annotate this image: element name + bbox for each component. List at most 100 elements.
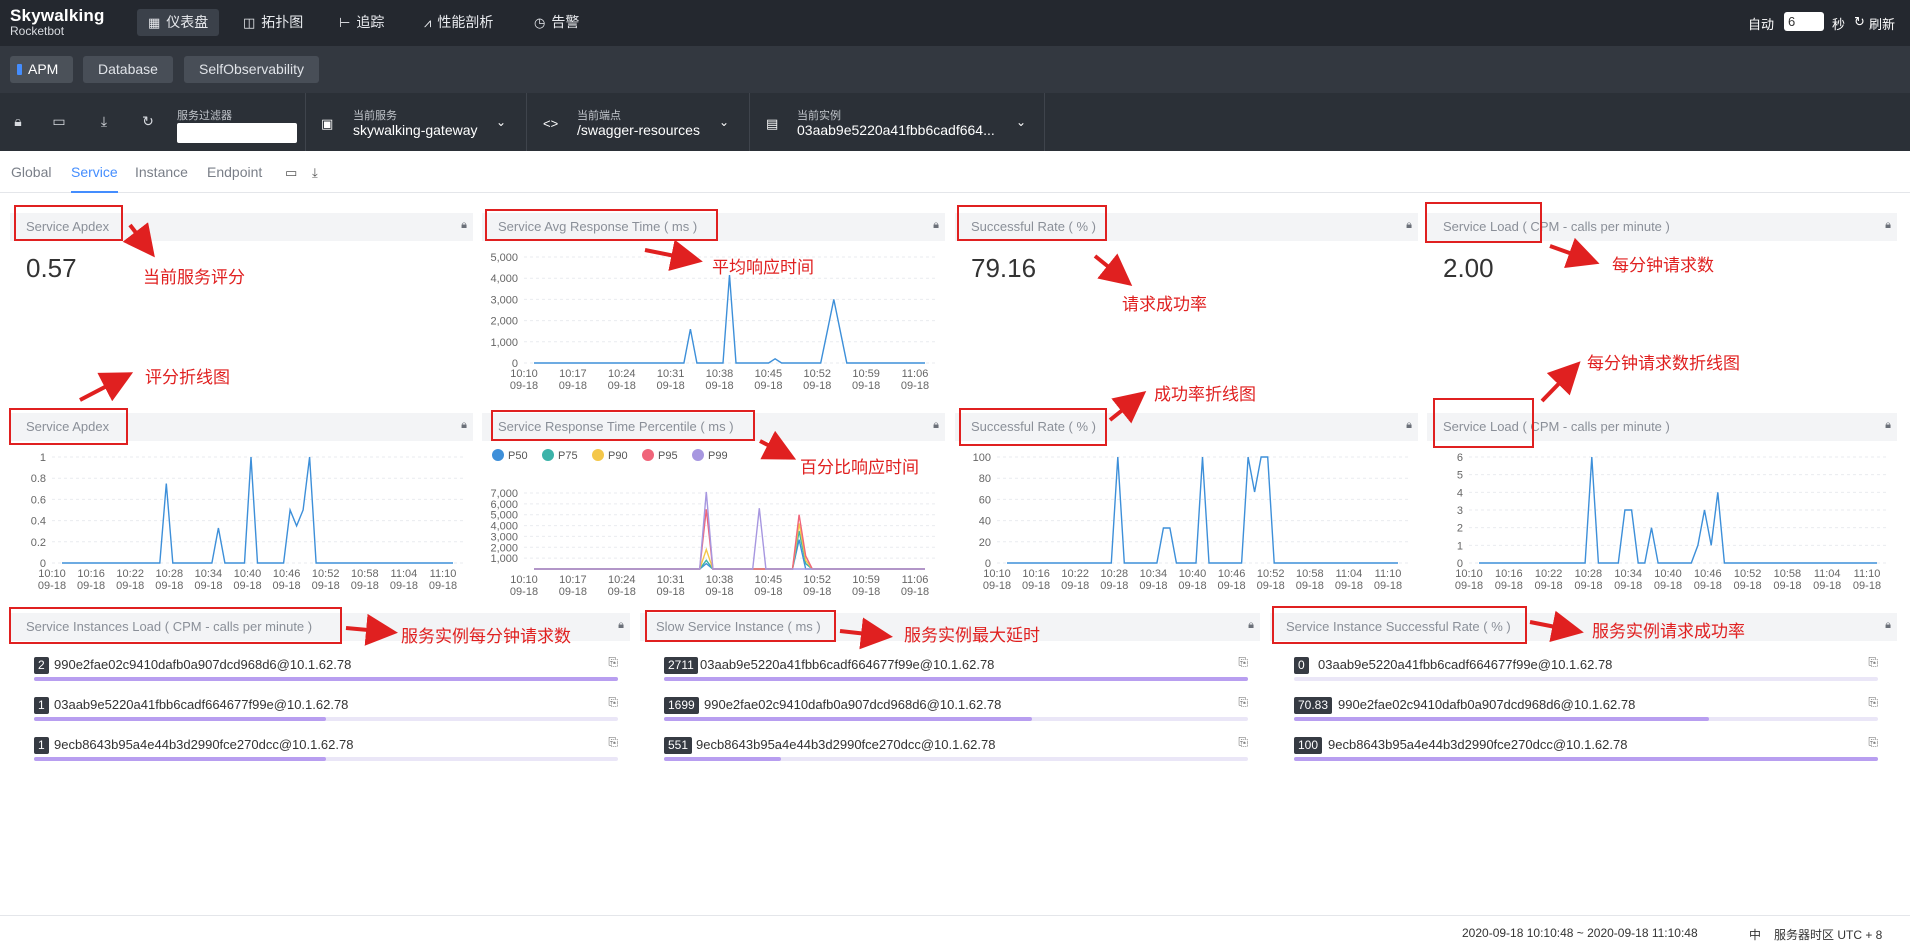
- interval-input[interactable]: 6: [1784, 12, 1824, 31]
- instance-select[interactable]: ▤ 当前实例 03aab9e5220a41fbb6cadf664... ⌄: [749, 93, 1045, 151]
- annotation-box: [1433, 398, 1534, 448]
- lock-icon[interactable]: 🔒︎: [1248, 619, 1254, 632]
- legend-marker[interactable]: [592, 449, 604, 461]
- series-line-0[interactable]: [1007, 456, 1398, 564]
- refresh-icon[interactable]: ↻: [140, 113, 156, 129]
- copy-icon[interactable]: ⎘: [1868, 655, 1878, 670]
- lock-icon[interactable]: 🔒︎: [461, 219, 467, 232]
- lock-icon[interactable]: 🔒︎: [933, 419, 939, 432]
- tab-service[interactable]: Service: [71, 164, 118, 193]
- copy-icon[interactable]: ⎘: [608, 655, 618, 670]
- lock-icon[interactable]: 🔒︎: [461, 419, 467, 432]
- nav-alarm[interactable]: ◷ 告警: [523, 9, 590, 36]
- instance-row[interactable]: 70.83 990e2fae02c9410dafb0a907dcd968d6@10…: [1286, 693, 1886, 733]
- legend-label[interactable]: P95: [658, 450, 678, 462]
- profile-icon: ⩘: [424, 15, 432, 30]
- series-line-p90[interactable]: [534, 523, 925, 570]
- copy-icon[interactable]: ⎘: [1868, 695, 1878, 710]
- nav-topology[interactable]: ◫ 拓扑图: [232, 9, 314, 36]
- x-tick-date: 09-18: [1374, 580, 1402, 592]
- series-line-p50[interactable]: [534, 539, 925, 570]
- x-tick-date: 09-18: [1614, 580, 1642, 592]
- auto-label[interactable]: 自动: [1748, 14, 1774, 33]
- logo: Skywalking Rocketbot: [10, 6, 105, 38]
- dashboard-selfobservability[interactable]: SelfObservability: [184, 56, 320, 83]
- nav-label: 拓扑图: [261, 14, 304, 30]
- legend-label[interactable]: P90: [608, 450, 628, 462]
- x-tick-label: 10:46: [1218, 568, 1246, 580]
- instance-row[interactable]: 100 9ecb8643b95a4e44b3d2990fce270dcc@10.1…: [1286, 733, 1886, 773]
- legend-label[interactable]: P99: [708, 450, 728, 462]
- value-badge: 551: [664, 737, 693, 754]
- service-filter-input[interactable]: [177, 123, 297, 143]
- copy-icon[interactable]: ⎘: [1238, 735, 1248, 750]
- tab-endpoint[interactable]: Endpoint: [207, 164, 262, 193]
- legend-label[interactable]: P75: [558, 450, 578, 462]
- instance-row[interactable]: 0 03aab9e5220a41fbb6cadf664677f99e@10.1.6…: [1286, 653, 1886, 693]
- monitor-icon: ▤: [766, 116, 779, 131]
- x-tick-label: 10:34: [195, 568, 223, 580]
- x-tick-date: 09-18: [1535, 580, 1563, 592]
- folder-icon[interactable]: ▭: [51, 113, 67, 129]
- lock-icon[interactable]: 🔒︎: [618, 619, 624, 632]
- value-badge: 1699: [664, 697, 699, 714]
- dashboard-apm[interactable]: APM: [10, 56, 74, 83]
- series-line-0[interactable]: [62, 456, 453, 564]
- x-tick-date: 09-18: [754, 586, 782, 598]
- nav-dashboard[interactable]: ▦ 仪表盘: [137, 9, 220, 36]
- tab-global[interactable]: Global: [11, 164, 51, 193]
- value-badge: 2711: [664, 657, 698, 674]
- nav-trace[interactable]: ⊢ 追踪: [328, 9, 395, 36]
- series-line-0[interactable]: [534, 274, 925, 364]
- endpoint-select[interactable]: <> 当前端点 /swagger-resources ⌄: [526, 93, 748, 151]
- lock-icon[interactable]: 🔒︎: [10, 113, 26, 129]
- tab-instance[interactable]: Instance: [135, 164, 188, 193]
- x-tick-label: 11:04: [391, 568, 418, 580]
- instance-row[interactable]: 1 03aab9e5220a41fbb6cadf664677f99e@10.1.6…: [26, 693, 626, 733]
- legend-label[interactable]: P50: [508, 450, 528, 462]
- x-tick-label: 10:10: [510, 368, 538, 380]
- time-range[interactable]: 2020-09-18 10:10:48 ~ 2020-09-18 11:10:4…: [1462, 926, 1698, 940]
- instance-row[interactable]: 1 9ecb8643b95a4e44b3d2990fce270dcc@10.1.6…: [26, 733, 626, 773]
- series-line-p95[interactable]: [534, 509, 925, 570]
- download-icon[interactable]: ⤓: [312, 165, 318, 181]
- instance-name: 9ecb8643b95a4e44b3d2990fce270dcc@10.1.62…: [1328, 737, 1628, 752]
- nav-profile[interactable]: ⩘ 性能剖析: [413, 9, 504, 36]
- y-tick-label: 2,000: [490, 316, 518, 328]
- lock-icon[interactable]: 🔒︎: [1406, 219, 1412, 232]
- legend-marker[interactable]: [542, 449, 554, 461]
- x-tick-label: 10:52: [1257, 568, 1285, 580]
- instance-row[interactable]: 2 990e2fae02c9410dafb0a907dcd968d6@10.1.6…: [26, 653, 626, 693]
- x-tick-date: 09-18: [803, 586, 831, 598]
- legend-marker[interactable]: [692, 449, 704, 461]
- folder-icon[interactable]: ▭: [285, 165, 297, 181]
- refresh-button[interactable]: 刷新: [1869, 14, 1895, 33]
- copy-icon[interactable]: ⎘: [1868, 735, 1878, 750]
- copy-icon[interactable]: ⎘: [1238, 655, 1248, 670]
- instance-row[interactable]: 1699 990e2fae02c9410dafb0a907dcd968d6@10.…: [656, 693, 1256, 733]
- refresh-icon[interactable]: ↻: [1854, 14, 1865, 30]
- instance-row[interactable]: 551 9ecb8643b95a4e44b3d2990fce270dcc@10.1…: [656, 733, 1256, 773]
- legend-marker[interactable]: [492, 449, 504, 461]
- dashboard-database[interactable]: Database: [83, 56, 173, 83]
- value-badge: 1: [34, 737, 49, 754]
- lock-icon[interactable]: 🔒︎: [933, 219, 939, 232]
- copy-icon[interactable]: ⎘: [608, 735, 618, 750]
- copy-icon[interactable]: ⎘: [608, 695, 618, 710]
- legend-marker[interactable]: [642, 449, 654, 461]
- lock-icon[interactable]: 🔒︎: [1406, 419, 1412, 432]
- x-tick-label: 10:10: [1455, 568, 1483, 580]
- lock-icon[interactable]: 🔒︎: [1885, 219, 1891, 232]
- x-tick-label: 10:22: [1061, 568, 1089, 580]
- download-icon[interactable]: ⤓: [96, 113, 112, 129]
- x-tick-date: 09-18: [1100, 580, 1128, 592]
- lock-icon[interactable]: 🔒︎: [1885, 419, 1891, 432]
- copy-icon[interactable]: ⎘: [1238, 695, 1248, 710]
- language-toggle[interactable]: 中: [1749, 926, 1761, 943]
- instance-row[interactable]: 2711 03aab9e5220a41fbb6cadf664677f99e@10.…: [656, 653, 1256, 693]
- service-select[interactable]: ▣ 当前服务 skywalking-gateway ⌄: [305, 93, 525, 151]
- lock-icon[interactable]: 🔒︎: [1885, 619, 1891, 632]
- panel-avg-response-time: Service Avg Response Time ( ms ) 🔒︎ 0 1,00…: [482, 213, 945, 403]
- x-tick-label: 10:38: [706, 368, 734, 380]
- value-badge: 2: [34, 657, 49, 674]
